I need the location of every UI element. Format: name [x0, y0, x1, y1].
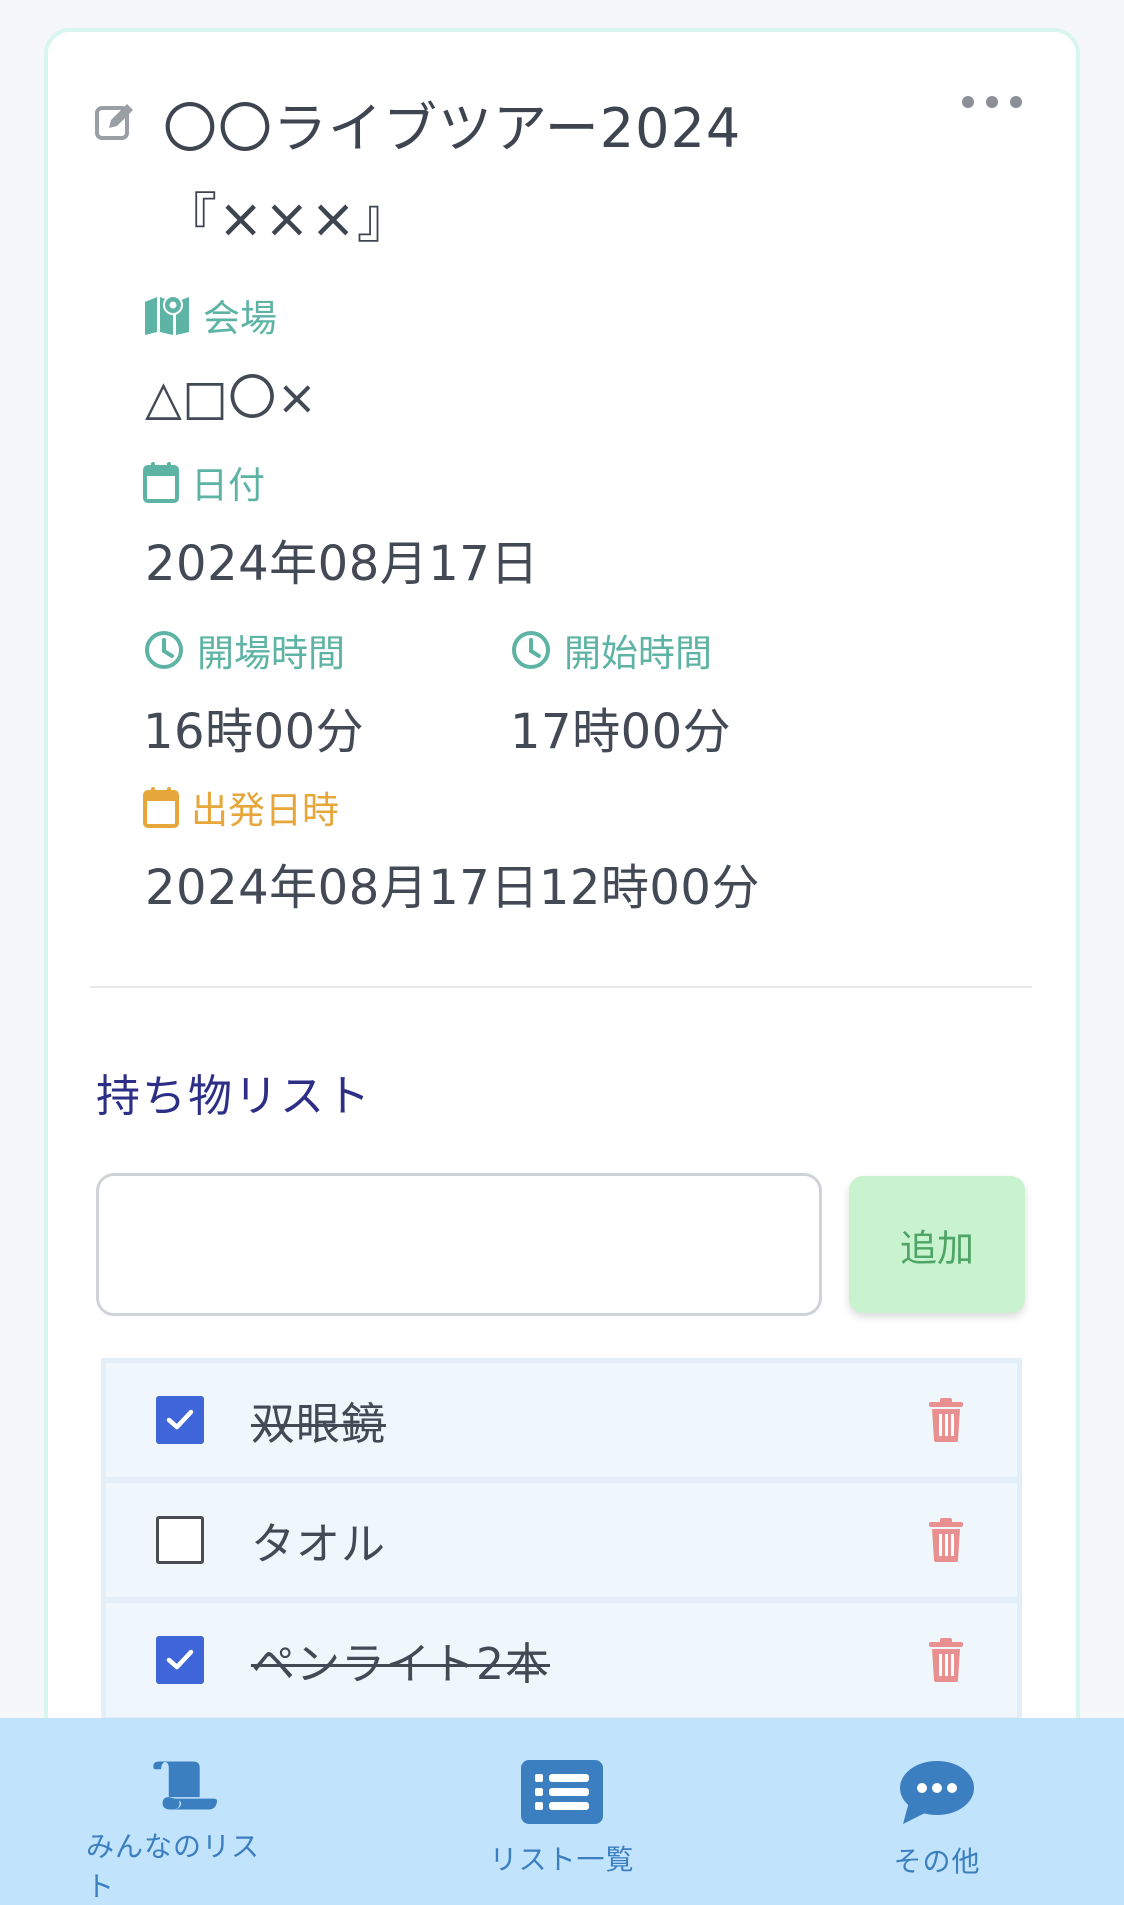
scroll-icon	[153, 1761, 218, 1810]
bottom-nav: みんなのリスト リスト一覧 その他	[0, 1718, 1124, 1905]
nav-item-everyone-list[interactable]: みんなのリスト	[86, 1718, 284, 1905]
event-title: 〇〇ライブツアー2024『×××』	[163, 97, 742, 250]
date-label-text: 日付	[191, 464, 265, 507]
trash-icon[interactable]	[927, 1518, 965, 1562]
venue-value: △□〇×	[145, 370, 318, 426]
venue-label-text: 会場	[203, 297, 277, 340]
list-icon	[521, 1760, 603, 1824]
nav-item-other[interactable]: その他	[880, 1718, 994, 1905]
departure-label-text: 出発日時	[191, 789, 339, 832]
page: 〇〇ライブツアー2024『×××』 会場 △□〇× 日付 2024年08月17日	[0, 0, 1124, 1905]
date-value: 2024年08月17日	[145, 536, 539, 592]
item-label: タオル	[251, 1519, 386, 1570]
trash-icon[interactable]	[927, 1638, 965, 1682]
chat-icon	[900, 1761, 974, 1824]
item-input[interactable]	[96, 1173, 822, 1316]
checklist-items: 双眼鏡 タオル ペンライト2本	[101, 1358, 1022, 1728]
departure-value: 2024年08月17日12時00分	[145, 860, 760, 916]
check-icon	[166, 1649, 194, 1670]
nav-label: その他	[893, 1845, 981, 1878]
departure-label: 出発日時	[143, 780, 339, 834]
calendar-icon	[143, 787, 179, 828]
start-time-label-text: 開始時間	[564, 632, 712, 675]
item-checkbox[interactable]	[156, 1396, 204, 1444]
calendar-icon	[143, 462, 179, 503]
edit-icon[interactable]	[93, 100, 137, 144]
date-label: 日付	[143, 455, 265, 509]
start-time-value: 17時00分	[510, 704, 732, 760]
venue-label: 会場	[143, 288, 277, 342]
list-item: ペンライト2本	[106, 1603, 1017, 1717]
trash-icon[interactable]	[927, 1398, 965, 1442]
open-time-value: 16時00分	[143, 704, 365, 760]
clock-icon	[145, 631, 183, 669]
map-icon	[145, 295, 189, 335]
start-time-label: 開始時間	[510, 623, 712, 677]
item-label: 双眼鏡	[251, 1399, 386, 1450]
checklist-title: 持ち物リスト	[96, 1071, 372, 1122]
divider	[90, 986, 1032, 988]
item-checkbox[interactable]	[156, 1636, 204, 1684]
open-time-label: 開場時間	[143, 623, 345, 677]
check-icon	[166, 1409, 194, 1430]
item-label: ペンライト2本	[251, 1639, 550, 1690]
nav-label: リスト一覧	[489, 1843, 635, 1876]
add-button[interactable]: 追加	[849, 1176, 1025, 1313]
open-time-label-text: 開場時間	[197, 632, 345, 675]
nav-item-list-index[interactable]: リスト一覧	[482, 1718, 642, 1905]
more-options-icon[interactable]	[960, 92, 1024, 112]
clock-icon	[512, 631, 550, 669]
list-item: 双眼鏡	[106, 1363, 1017, 1477]
item-checkbox[interactable]	[156, 1516, 204, 1564]
nav-label: みんなのリスト	[86, 1830, 261, 1903]
list-item: タオル	[106, 1483, 1017, 1597]
